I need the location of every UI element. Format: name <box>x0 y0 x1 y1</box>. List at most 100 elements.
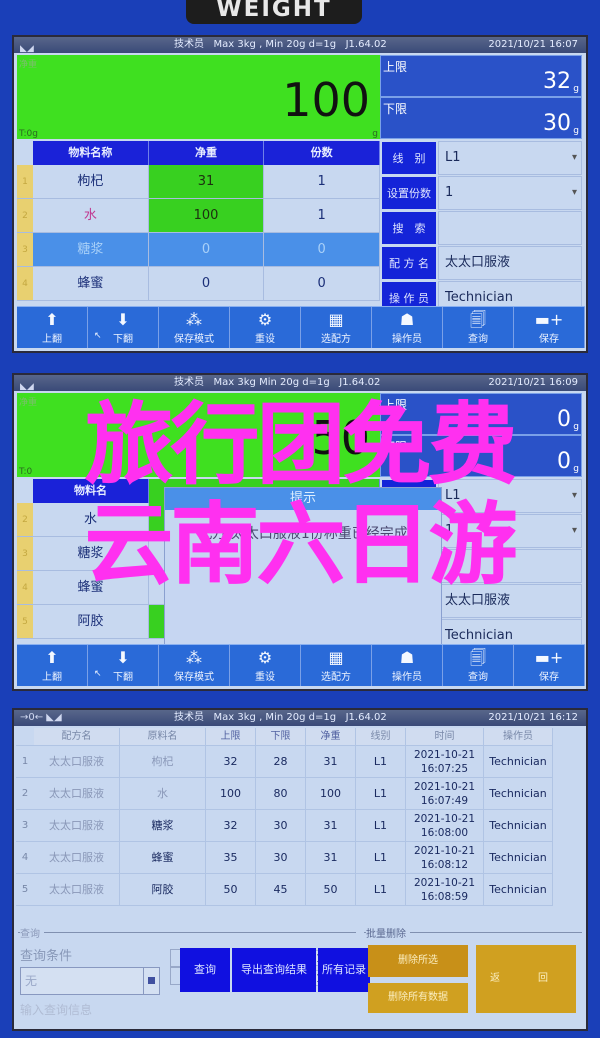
query-input[interactable]: 输入查询信息 <box>20 1001 92 1018</box>
recipe-label: 配 方 名 <box>382 247 436 279</box>
save-button[interactable]: ▬+ 保存 <box>514 645 585 686</box>
reset-button[interactable]: ⚙ 重设 <box>230 307 301 348</box>
settings-panel: 线 别 L1 ▾ 设置份数 1 ▾ 搜 索 配 方 名太太口服液 操 作 员 Techni… <box>382 141 582 316</box>
arrow-up-icon: ⬆ <box>45 310 59 329</box>
table-row[interactable]: 5 太太口服液 阿胶 50 45 50 L1 2021-10-21 16:08:5… <box>16 874 553 906</box>
weight-display: 净重 50 T:0 <box>17 393 380 477</box>
status-info: 技术员 Max 3kg , Min 20g d=1g J1.64.02 <box>174 712 387 723</box>
count-label: 设置份数 <box>382 177 436 209</box>
query-condition-select[interactable]: 无 <box>20 967 160 995</box>
back-button[interactable]: 返 回 <box>476 945 576 1013</box>
search-input[interactable] <box>438 549 582 583</box>
header-material: 物料名称 <box>33 141 149 165</box>
save-mode-button[interactable]: ⁂ 保存模式 <box>159 645 230 686</box>
export-results-button[interactable]: 导出查询结果 <box>232 948 316 992</box>
dialog-title: 提示 <box>165 488 441 510</box>
table-row[interactable]: 3 太太口服液 糖浆 32 30 31 L1 2021-10-21 16:08:0… <box>16 810 553 842</box>
toolbar: ⬆ 上翻 ↖ ⬇ 下翻 ⁂ 保存模式 ⚙ 重设 ▦ 选配方 ☗ 操作员 🗐 查询 ▬+ 保存 <box>17 306 585 348</box>
search-button[interactable]: 搜 索 <box>382 212 436 244</box>
arrow-up-icon: ⬆ <box>45 648 59 667</box>
search-doc-icon: 🗐 <box>470 310 486 329</box>
search-doc-icon: 🗐 <box>470 648 486 667</box>
count-row: 设置份数 1 ▾ <box>382 176 582 210</box>
zero-indicator-icon: →0← ◣◢ <box>20 712 62 723</box>
status-datetime: 2021/10/21 16:07 <box>488 39 578 50</box>
header-lower: 下限 <box>256 728 306 745</box>
table-row[interactable]: 2 水 100 1 <box>17 199 381 233</box>
save-mode-button[interactable]: ⁂ 保存模式 <box>159 307 230 348</box>
gear-icon: ⚙ <box>257 310 273 329</box>
line-select[interactable]: L1 ▾ <box>438 479 582 513</box>
header-line: 线别 <box>356 728 406 745</box>
query-submit-button[interactable]: 查询 <box>180 948 230 992</box>
page-up-button[interactable]: ⬆ 上翻 <box>17 307 88 348</box>
recipe-value: 太太口服液 <box>438 584 582 618</box>
material-table: 物料名称 净重 份数 1 枸杞 31 1 2 水 100 1 3 糖浆 0 0 … <box>17 141 381 301</box>
header-count: 份数 <box>264 141 381 165</box>
operator-button[interactable]: ☗ 操作员 <box>372 645 443 686</box>
table-row[interactable]: 2 太太口服液 水 100 80 100 L1 2021-10-21 16:07:… <box>16 778 553 810</box>
toolbar: ⬆ 上翻 ↖ ⬇ 下翻 ⁂ 保存模式 ⚙ 重设 ▦ 选配方 ☗ 操作员 🗐 查询 ▬+ 保存 <box>17 644 585 686</box>
status-bar: ◣◢ 技术员 Max 3kg Min 20g d=1g J1.64.02 202… <box>14 375 586 392</box>
page-down-button[interactable]: ↖ ⬇ 下翻 <box>88 307 159 348</box>
printer-icon: ▬+ <box>534 310 564 329</box>
arrow-down-icon: ⬇ <box>116 648 130 667</box>
dropdown-button[interactable] <box>143 968 159 994</box>
search-row: 搜 索 <box>382 211 582 245</box>
weight-display: 净重 100 T:0g g <box>17 55 380 139</box>
header-time: 时间 <box>406 728 484 745</box>
tare-value: T:0g <box>19 129 38 139</box>
user-icon: ☗ <box>399 310 415 329</box>
table-header: 配方名 原料名 上限 下限 净重 线别 时间 操作员 <box>16 728 553 746</box>
query-legend: 查询 <box>20 925 44 940</box>
table-row-selected[interactable]: 3 糖浆 0 0 <box>17 233 381 267</box>
recipe-value: 太太口服液 <box>438 246 582 280</box>
all-records-button[interactable]: 所有记录 <box>318 948 370 992</box>
line-select[interactable]: L1 ▾ <box>438 141 582 175</box>
operator-button[interactable]: ☗ 操作员 <box>372 307 443 348</box>
batch-delete-group: 批量删除 删除所选 删除所有数据 返 回 <box>364 925 582 1026</box>
upper-limit: 上限 32 g <box>380 55 582 97</box>
search-input[interactable] <box>438 211 582 245</box>
weight-unit: g <box>372 129 378 139</box>
line-label: 线 别 <box>382 142 436 174</box>
cursor-icon: ↖ <box>94 669 102 679</box>
status-datetime: 2021/10/21 16:09 <box>488 377 578 388</box>
select-recipe-button[interactable]: ▦ 选配方 <box>301 307 372 348</box>
line-row: 线 别 L1 ▾ <box>382 141 582 175</box>
table-row[interactable]: 4 蜂蜜 0 0 <box>17 267 381 301</box>
table-row[interactable]: 1 太太口服液 枸杞 32 28 31 L1 2021-10-21 16:07:2… <box>16 746 553 778</box>
header-recipe: 配方名 <box>34 728 120 745</box>
history-screen: →0← ◣◢ 技术员 Max 3kg , Min 20g d=1g J1.64.… <box>12 708 588 1031</box>
select-recipe-button[interactable]: ▦ 选配方 <box>301 645 372 686</box>
query-button[interactable]: 🗐 查询 <box>443 645 514 686</box>
weight-label: 净重 <box>19 398 38 408</box>
table-row[interactable]: 4 太太口服液 蜂蜜 35 30 31 L1 2021-10-21 16:08:1… <box>16 842 553 874</box>
dropdown-icon: ▾ <box>571 490 577 501</box>
calendar-icon: ▦ <box>328 310 344 329</box>
stack-icon: ⁂ <box>186 648 202 667</box>
status-datetime: 2021/10/21 16:12 <box>488 712 578 723</box>
page-up-button[interactable]: ⬆ 上翻 <box>17 645 88 686</box>
lower-limit: 下限 0 g <box>380 435 582 477</box>
count-select[interactable]: 1 ▾ <box>438 514 582 548</box>
reset-button[interactable]: ⚙ 重设 <box>230 645 301 686</box>
count-select[interactable]: 1 ▾ <box>438 176 582 210</box>
header-material: 原料名 <box>120 728 206 745</box>
status-info: 技术员 Max 3kg , Min 20g d=1g J1.64.02 <box>174 39 387 50</box>
page-down-button[interactable]: ↖ ⬇ 下翻 <box>88 645 159 686</box>
cursor-icon: ↖ <box>94 331 102 341</box>
limits-panel: 上限 32 g 下限 30 g <box>380 55 582 139</box>
printer-icon: ▬+ <box>534 648 564 667</box>
weight-value: 100 <box>282 73 370 127</box>
table-row[interactable]: 1 枸杞 31 1 <box>17 165 381 199</box>
query-button[interactable]: 🗐 查询 <box>443 307 514 348</box>
delete-selected-button[interactable]: 删除所选 <box>368 945 468 977</box>
status-bar: →0← ◣◢ 技术员 Max 3kg , Min 20g d=1g J1.64.… <box>14 710 586 726</box>
save-button[interactable]: ▬+ 保存 <box>514 307 585 348</box>
header-operator: 操作员 <box>484 728 553 745</box>
batch-delete-legend: 批量删除 <box>366 925 410 940</box>
delete-all-button[interactable]: 删除所有数据 <box>368 983 468 1013</box>
stack-icon: ⁂ <box>186 310 202 329</box>
header-material: 物料名 <box>33 479 149 503</box>
